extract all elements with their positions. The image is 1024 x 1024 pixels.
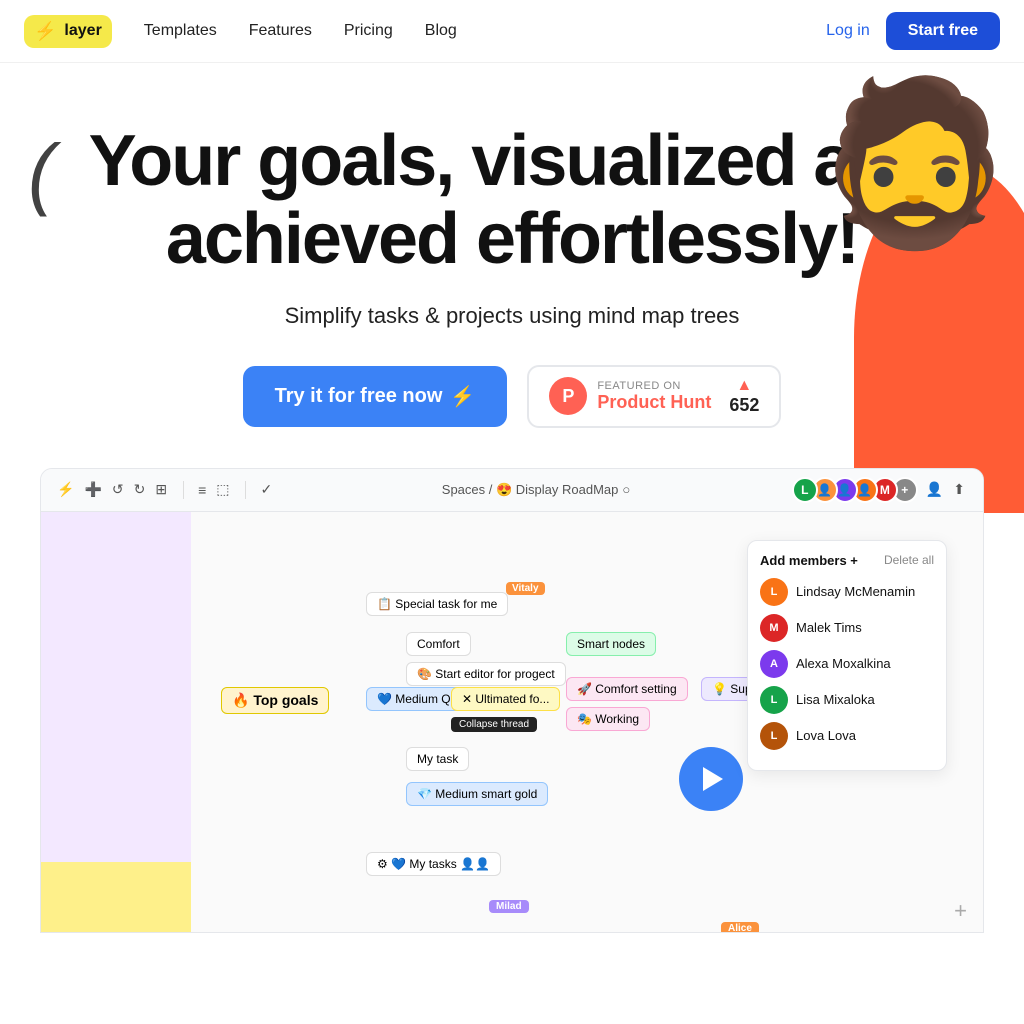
member-name-1: Lindsay McMenamin [796,584,915,599]
vitaly-badge: Vitaly [506,582,545,595]
mindmap-node-working[interactable]: 🎭 Working [566,707,650,731]
hero-section: ( 🧔 Your goals, visualized and achieved … [0,63,1024,963]
ph-featured-label: FEATURED ON [597,380,681,392]
try-free-button[interactable]: Try it for free now ⚡ [243,366,508,427]
toolbar-layers-icon[interactable]: ⊞ [155,481,167,498]
start-free-button[interactable]: Start free [886,12,1000,50]
member-avatar-4: L [760,686,788,714]
mindmap-node-comfort-setting[interactable]: 🚀 Comfort setting [566,677,688,701]
member-avatar-1: L [760,578,788,606]
toolbar-separator [183,481,184,499]
app-toolbar: ⚡ ➕ ↺ ↻ ⊞ ≡ ⬚ ✓ Spaces / 😍 Display RoadM… [41,469,983,512]
mindmap-root-node: 🔥 Top goals [221,687,329,714]
navigation: ⚡ layer Templates Features Pricing Blog … [0,0,1024,63]
mindmap-node-medium-smart-gold[interactable]: 💎 Medium smart gold [406,782,548,806]
ph-vote-count: 652 [729,395,759,416]
member-avatar-2: M [760,614,788,642]
nav-links: Templates Features Pricing Blog [144,22,457,40]
toolbar-select-icon[interactable]: ⬚ [216,481,229,498]
milad-badge: Milad [489,900,529,913]
character-illustration: 🧔 [794,83,1024,503]
app-main: 🔥 Top goals 📋 Special task for me Vitaly… [191,512,983,932]
ph-name: Product Hunt [597,392,711,413]
delete-all-button[interactable]: Delete all [884,553,934,567]
mindmap-node-ultimated[interactable]: ✕ Ultimated fo... [451,687,560,711]
nav-right: Log in Start free [826,12,1000,50]
play-icon [703,767,723,791]
nav-templates[interactable]: Templates [144,22,217,40]
toolbar-logo-icon[interactable]: ⚡ [57,481,74,498]
lightning-icon: ⚡ [450,384,475,409]
product-hunt-icon: P [549,377,587,415]
breadcrumb-sync-icon: ○ [622,482,630,497]
members-panel: Add members + Delete all L Lindsay McMen… [747,540,947,771]
member-avatar-5: L [760,722,788,750]
app-body: 🔥 Top goals 📋 Special task for me Vitaly… [41,512,983,932]
ph-arrow-icon: ▲ [736,377,752,395]
mindmap: 🔥 Top goals 📋 Special task for me Vitaly… [211,532,963,912]
logo-icon: ⚡ [34,21,56,42]
app-screenshot: ⚡ ➕ ↺ ↻ ⊞ ≡ ⬚ ✓ Spaces / 😍 Display RoadM… [40,468,984,933]
toolbar-undo-icon[interactable]: ↺ [112,481,124,498]
bottom-plus-icon[interactable]: + [954,898,967,924]
member-row-2: M Malek Tims [760,614,934,642]
toolbar-separator2 [245,481,246,499]
member-row-5: L Lova Lova [760,722,934,750]
member-name-5: Lova Lova [796,728,856,743]
add-members-button[interactable]: Add members + [760,553,858,568]
member-name-2: Malek Tims [796,620,862,635]
mindmap-node-special-task[interactable]: 📋 Special task for me [366,592,508,616]
collapse-tooltip: Collapse thread [451,717,537,732]
toolbar-share-icon[interactable]: 👤 [926,481,943,498]
character-figure: 🧔 [815,83,1014,243]
member-row-3: A Alexa Moxalkina [760,650,934,678]
member-row-4: L Lisa Mixaloka [760,686,934,714]
mindmap-node-my-task[interactable]: My task [406,747,469,771]
logo-text: layer [64,22,101,40]
product-hunt-text: FEATURED ON Product Hunt [597,380,711,413]
app-sidebar [41,512,191,932]
mindmap-node-comfort[interactable]: Comfort [406,632,471,656]
ph-votes: ▲ 652 [729,377,759,416]
member-row-1: L Lindsay McMenamin [760,578,934,606]
toolbar-add-icon[interactable]: ➕ [84,481,101,498]
toolbar-redo-icon[interactable]: ↻ [134,481,146,498]
mindmap-node-smart-nodes[interactable]: Smart nodes [566,632,656,656]
toolbar-check-icon[interactable]: ✓ [260,481,272,498]
product-hunt-badge[interactable]: P FEATURED ON Product Hunt ▲ 652 [527,365,781,428]
mindmap-node-my-tasks[interactable]: ⚙ 💙 My tasks 👤👤 [366,852,501,876]
toolbar-breadcrumb: Spaces / 😍 Display RoadMap ○ [442,482,630,498]
member-name-4: Lisa Mixaloka [796,692,875,707]
nav-features[interactable]: Features [249,22,312,40]
nav-blog[interactable]: Blog [425,22,457,40]
mindmap-node-medium-q[interactable]: 💙 Medium Q [366,687,462,711]
mindmap-node-start-editor[interactable]: 🎨 Start editor for progect [406,662,566,686]
toolbar-export-icon[interactable]: ⬆ [953,481,965,498]
breadcrumb-text: Spaces / 😍 Display RoadMap [442,482,619,498]
logo[interactable]: ⚡ layer [24,15,112,48]
play-button[interactable] [679,747,743,811]
decoration-bracket: ( [28,133,55,213]
toolbar-format-icon[interactable]: ≡ [198,482,206,498]
sticky-note [41,862,191,932]
avatar-cluster: L 👤 👤 👤 M + [798,477,918,503]
toolbar-right: L 👤 👤 👤 M + 👤 ⬆ [798,477,967,503]
avatar-1: L [792,477,818,503]
login-button[interactable]: Log in [826,22,870,40]
member-name-3: Alexa Moxalkina [796,656,891,671]
members-panel-header: Add members + Delete all [760,553,934,568]
member-avatar-3: A [760,650,788,678]
alice-badge: Alice [721,922,759,933]
nav-pricing[interactable]: Pricing [344,22,393,40]
cta-primary-text: Try it for free now [275,385,443,408]
